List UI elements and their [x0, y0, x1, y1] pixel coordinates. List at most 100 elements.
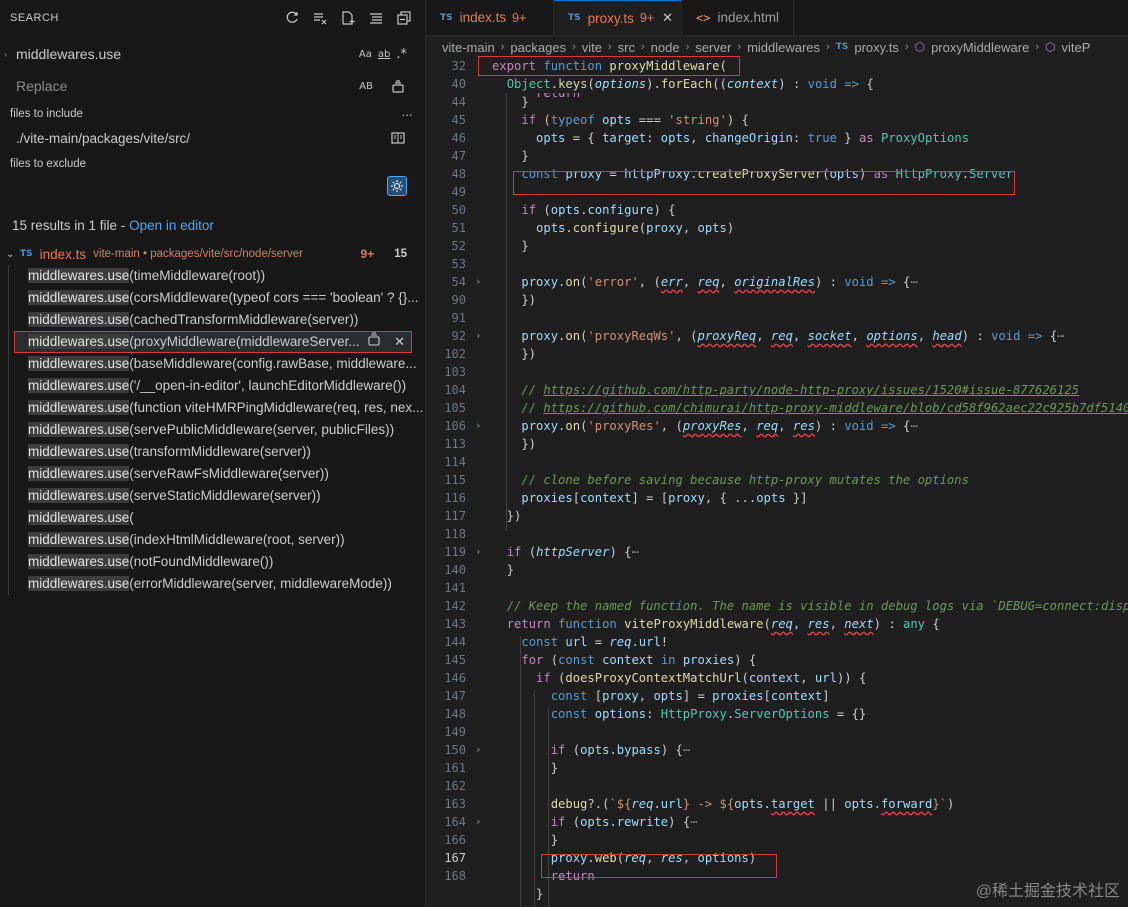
tab-index-ts[interactable]: TS index.ts 9+: [426, 0, 554, 35]
more-options-icon[interactable]: ⋯: [402, 108, 414, 122]
collapse-all-icon[interactable]: [395, 9, 413, 27]
search-result-item[interactable]: middlewares.use(proxyMiddleware(middlewa…: [14, 331, 412, 353]
code-line: 51 opts.configure(proxy, opts): [451, 221, 735, 235]
code-line: 118: [444, 527, 466, 541]
search-result-text: middlewares.use('/__open-in-editor', lau…: [28, 378, 406, 393]
search-result-rest: (serveStaticMiddleware(server)): [129, 488, 321, 503]
breadcrumb-item[interactable]: viteP: [1061, 40, 1090, 55]
breadcrumb-item[interactable]: proxy.ts: [854, 40, 899, 55]
code-line: 44 }: [451, 95, 529, 109]
tab-proxy-ts[interactable]: TS proxy.ts 9+ ✕: [554, 0, 682, 35]
search-result-text: middlewares.use(transformMiddleware(serv…: [28, 444, 311, 459]
close-icon[interactable]: ✕: [662, 10, 673, 26]
search-result-text: middlewares.use(notFoundMiddleware()): [28, 554, 273, 569]
search-result-item[interactable]: middlewares.use(baseMiddleware(config.ra…: [0, 353, 425, 375]
view-as-tree-icon[interactable]: [367, 9, 385, 27]
chevron-right-icon: ›: [904, 41, 909, 53]
search-result-item[interactable]: middlewares.use(: [0, 507, 425, 529]
tab-index-html[interactable]: <> index.html: [682, 0, 794, 35]
search-result-item[interactable]: middlewares.use(notFoundMiddleware()): [0, 551, 425, 573]
exclude-label-row: files to exclude: [10, 158, 413, 170]
chevron-right-icon[interactable]: ›: [475, 741, 482, 759]
chevron-right-icon[interactable]: ›: [475, 327, 482, 345]
code-line: 105 // https://github.com/chimurai/http-…: [444, 401, 1128, 415]
results-count-text: 15 results in 1 file -: [12, 218, 130, 233]
open-in-editor-link[interactable]: Open in editor: [129, 218, 214, 233]
search-match-highlight: middlewares.use: [28, 356, 130, 371]
code-line: 163 debug?.(`${req.url} -> ${opts.target…: [444, 797, 955, 811]
code-line: 53: [451, 257, 466, 271]
breadcrumb-item[interactable]: node: [651, 40, 680, 55]
breadcrumb-item[interactable]: vite: [582, 40, 602, 55]
search-result-text: middlewares.use(proxyMiddleware(middlewa…: [28, 332, 360, 352]
typescript-file-icon: TS: [20, 249, 33, 259]
symbol-function-icon: ⬡: [1045, 40, 1056, 54]
match-case-toggle[interactable]: Aa: [359, 49, 372, 60]
code-line: 116 proxies[context] = [proxy, { ...opts…: [444, 491, 808, 505]
code-line: 164 › if (opts.rewrite) {⋯: [444, 813, 698, 831]
include-options: [389, 129, 407, 147]
chevron-right-icon: ›: [572, 41, 576, 53]
replace-input[interactable]: [10, 73, 413, 99]
search-result-item[interactable]: middlewares.use(errorMiddleware(server, …: [0, 573, 425, 595]
breadcrumb: vite-main › packages › vite › src › node › server ›…: [426, 36, 1128, 58]
code-line: 162: [444, 779, 466, 793]
chevron-right-icon[interactable]: ›: [475, 543, 482, 561]
tab-problems-count: 9+: [512, 10, 527, 25]
preserve-case-toggle[interactable]: AB: [359, 81, 373, 92]
search-result-item[interactable]: middlewares.use(serveStaticMiddleware(se…: [0, 485, 425, 507]
match-count-badge: 15: [394, 248, 407, 260]
breadcrumb-item[interactable]: vite-main: [442, 40, 495, 55]
code-line: 91: [451, 311, 466, 325]
search-result-rest: (cachedTransformMiddleware(server)): [129, 312, 359, 327]
include-row: [10, 124, 413, 152]
search-input[interactable]: [10, 41, 413, 67]
chevron-down-icon[interactable]: ⌄: [6, 249, 20, 260]
search-result-item[interactable]: middlewares.use(function viteHMRPingMidd…: [0, 397, 425, 419]
breadcrumb-item[interactable]: packages: [510, 40, 566, 55]
search-result-rest: (corsMiddleware(typeof cors === 'boolean…: [129, 290, 419, 305]
tab-label: index.ts: [459, 10, 507, 25]
dismiss-icon[interactable]: ✕: [394, 332, 405, 352]
typescript-file-icon: TS: [835, 42, 849, 52]
search-result-item[interactable]: middlewares.use('/__open-in-editor', lau…: [0, 375, 425, 397]
open-editors-only-icon[interactable]: [389, 129, 407, 147]
search-result-item[interactable]: middlewares.use(corsMiddleware(typeof co…: [0, 287, 425, 309]
tab-label: proxy.ts: [587, 10, 634, 26]
search-result-item[interactable]: middlewares.use(transformMiddleware(serv…: [0, 441, 425, 463]
chevron-right-icon[interactable]: ›: [475, 273, 482, 291]
clear-results-icon[interactable]: [311, 9, 329, 27]
search-match-highlight: middlewares.use: [28, 290, 130, 305]
search-result-rest: (notFoundMiddleware()): [129, 554, 274, 569]
search-result-item[interactable]: middlewares.use(servePublicMiddleware(se…: [0, 419, 425, 441]
search-result-text: middlewares.use(errorMiddleware(server, …: [28, 576, 392, 591]
files-to-include-input[interactable]: [10, 125, 413, 151]
code-line: 167 proxy.web(req, res, options): [444, 851, 757, 865]
code-line: 115 // clone before saving because http-…: [444, 473, 969, 487]
replace-icon[interactable]: [368, 332, 380, 352]
search-result-item[interactable]: middlewares.use(serveRawFsMiddleware(ser…: [0, 463, 425, 485]
match-whole-word-toggle[interactable]: ab: [378, 49, 390, 60]
files-to-exclude-input[interactable]: [10, 173, 413, 199]
search-result-item[interactable]: middlewares.use(indexHtmlMiddleware(root…: [0, 529, 425, 551]
breadcrumb-item[interactable]: proxyMiddleware: [931, 40, 1029, 55]
search-match-highlight: middlewares.use: [28, 334, 130, 349]
breadcrumb-item[interactable]: src: [618, 40, 635, 55]
chevron-right-icon[interactable]: ›: [475, 417, 482, 435]
result-file-row[interactable]: ⌄ TS index.ts vite-main • packages/vite/…: [0, 243, 425, 265]
replace-all-icon[interactable]: [389, 77, 407, 95]
toggle-replace-icon[interactable]: ›: [4, 49, 7, 59]
symbol-function-icon: ⬡: [914, 40, 926, 54]
search-result-item[interactable]: middlewares.use(cachedTransformMiddlewar…: [0, 309, 425, 331]
regex-toggle[interactable]: .*: [396, 47, 407, 62]
use-exclude-settings-icon[interactable]: [387, 176, 407, 196]
refresh-icon[interactable]: [283, 9, 301, 27]
breadcrumb-item[interactable]: server: [695, 40, 731, 55]
code-line: 142 // Keep the named function. The name…: [444, 599, 1128, 613]
code-line: 92 › proxy.on('proxyReqWs', (proxyReq, re…: [451, 327, 1065, 345]
breadcrumb-item[interactable]: middlewares: [747, 40, 820, 55]
chevron-right-icon[interactable]: ›: [475, 813, 482, 831]
search-match-highlight: middlewares.use: [28, 444, 130, 459]
new-search-editor-icon[interactable]: [339, 9, 357, 27]
search-result-item[interactable]: middlewares.use(timeMiddleware(root)): [0, 265, 425, 287]
